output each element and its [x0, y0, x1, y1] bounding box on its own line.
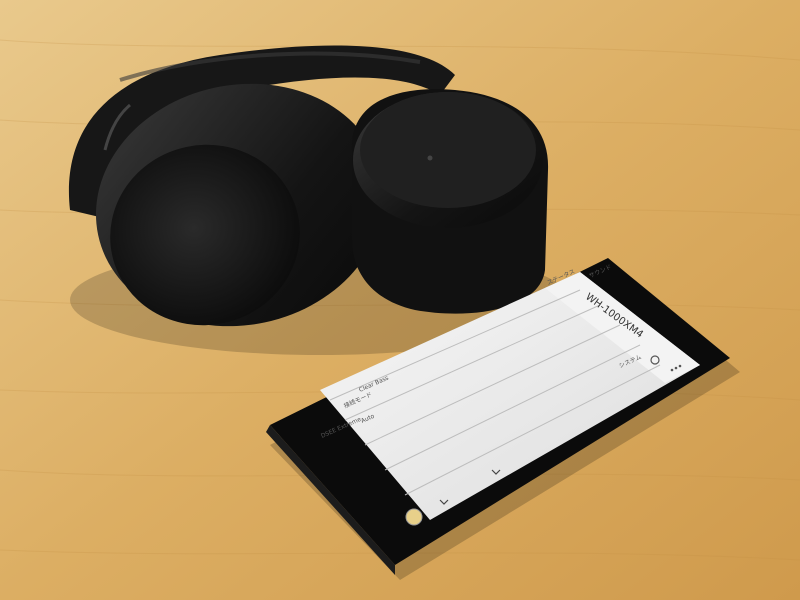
toggle-icon: [405, 508, 423, 526]
right-earcup: [351, 89, 549, 314]
photo-scene: WH-1000XM4 ステータス サウンド システム Clear Bass 接続…: [0, 0, 800, 600]
